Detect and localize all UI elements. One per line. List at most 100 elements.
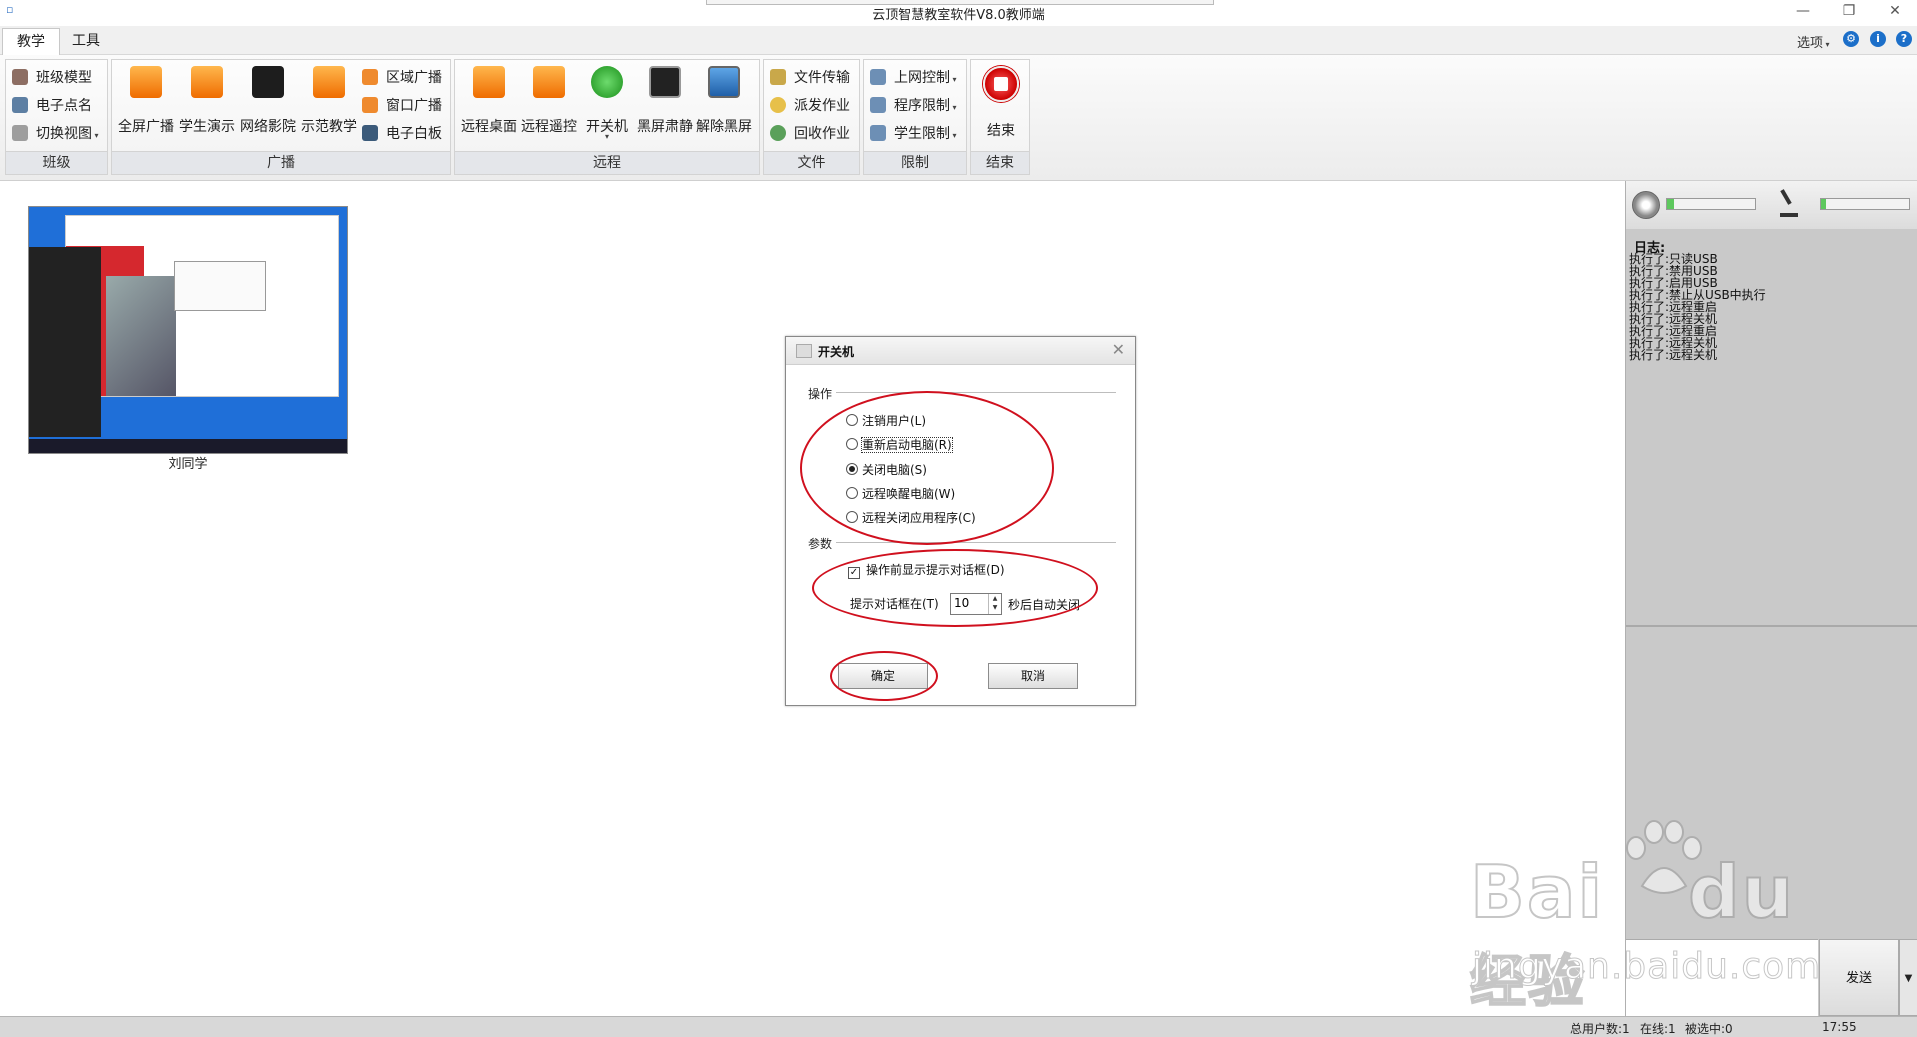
black-screen-lock-icon: [649, 66, 681, 98]
program-limit-icon: [870, 97, 886, 113]
wake-radio[interactable]: 远程唤醒电脑(W): [846, 485, 955, 502]
dispatch-homework-label: 派发作业: [794, 98, 850, 114]
file-group-label: 文件: [764, 151, 859, 174]
operation-legend: 操作: [808, 387, 833, 401]
student-thumbnail[interactable]: [28, 206, 348, 454]
black-screen-button[interactable]: 黑屏肃静: [635, 66, 695, 136]
student-limit-button[interactable]: 学生限制 ▾: [870, 122, 957, 146]
whiteboard-button[interactable]: 电子白板: [362, 122, 442, 146]
settings-gear-icon[interactable]: ⚙: [1843, 31, 1859, 47]
log-panel: 日志: 执行了:只读USB 执行了:禁用USB 执行了:启用USB 执行了:禁止从US…: [1626, 229, 1917, 626]
chevron-down-icon: ▾: [92, 131, 99, 140]
power-dialog: 开关机 ✕ 操作 注销用户(L) 重新启动电脑(R) 关闭电脑(S) 远程唤醒电…: [785, 336, 1136, 706]
right-panel: 日志: 执行了:只读USB 执行了:禁用USB 执行了:启用USB 执行了:禁止从US…: [1625, 181, 1917, 1017]
remote-group-label: 远程: [455, 151, 759, 174]
dialog-header: 开关机 ✕: [786, 337, 1135, 365]
restart-label: 重新启动电脑(R): [861, 437, 953, 453]
end-group: 结束 结束: [970, 59, 1030, 175]
release-black-screen-button[interactable]: 解除黑屏: [694, 66, 754, 136]
close-app-radio[interactable]: 远程关闭应用程序(C): [846, 509, 976, 526]
speaker-icon[interactable]: [1632, 191, 1660, 219]
info-icon[interactable]: i: [1870, 31, 1886, 47]
close-app-label: 远程关闭应用程序(C): [862, 511, 976, 525]
remote-control-button[interactable]: 远程遥控: [519, 66, 579, 136]
switch-view-button[interactable]: 切换视图 ▾: [12, 122, 99, 146]
minimize-button[interactable]: —: [1790, 2, 1816, 20]
options-menu[interactable]: 选项 ▾: [1797, 32, 1830, 51]
dispatch-homework-button[interactable]: 派发作业: [770, 94, 850, 118]
end-group-label: 结束: [971, 151, 1029, 174]
microphone-icon[interactable]: [1778, 189, 1798, 219]
param-divider: [836, 542, 1116, 543]
collect-homework-label: 回收作业: [794, 126, 850, 142]
options-label: 选项: [1797, 36, 1824, 51]
demo-teaching-label: 示范教学: [301, 119, 357, 135]
demo-teaching-button[interactable]: 示范教学: [299, 66, 359, 136]
restore-button[interactable]: ❐: [1836, 2, 1862, 20]
send-button[interactable]: 发送: [1819, 939, 1899, 1016]
thumbnail-photo: [106, 276, 176, 396]
shutdown-radio[interactable]: 关闭电脑(S): [846, 461, 927, 478]
logoff-radio[interactable]: 注销用户(L): [846, 412, 926, 429]
program-limit-label: 程序限制: [894, 98, 950, 114]
help-icon[interactable]: ?: [1896, 31, 1912, 47]
program-limit-button[interactable]: 程序限制 ▾: [870, 94, 957, 118]
class-group: 班级模型 电子点名 切换视图 ▾ 班级: [5, 59, 108, 175]
tab-teaching[interactable]: 教学: [2, 28, 60, 55]
send-options-dropdown[interactable]: ▼: [1899, 939, 1917, 1016]
prompt-suffix-label: 秒后自动关闭: [1008, 598, 1081, 612]
radio-indicator: [846, 438, 858, 450]
stop-icon: [983, 66, 1019, 102]
power-onoff-button[interactable]: 开关机 ▾: [577, 66, 637, 141]
thumbnail-dialog: [174, 261, 266, 311]
shutdown-label: 关闭电脑(S): [862, 463, 927, 477]
prompt-seconds-stepper[interactable]: ▲▼: [950, 593, 1002, 615]
radio-indicator: [846, 511, 858, 523]
close-button[interactable]: ✕: [1882, 2, 1908, 20]
wake-label: 远程唤醒电脑(W): [862, 487, 956, 501]
window-broadcast-icon: [362, 97, 378, 113]
class-model-icon: [12, 69, 28, 85]
close-icon[interactable]: ✕: [1112, 340, 1125, 359]
remote-desktop-button[interactable]: 远程桌面: [459, 66, 519, 136]
stepper-arrows-icon[interactable]: ▲ ▼: [988, 594, 1001, 614]
window-broadcast-button[interactable]: 窗口广播: [362, 94, 442, 118]
dialog-title: 开关机: [818, 345, 855, 359]
remote-group: 远程桌面 远程遥控 开关机 ▾ 黑屏肃静 解除黑屏 远程: [454, 59, 760, 175]
show-prompt-checkbox[interactable]: ✓ 操作前显示提示对话框(D): [848, 561, 1005, 579]
ok-button[interactable]: 确定: [838, 663, 928, 689]
window-title: 云顶智慧教室软件V8.0教师端: [872, 8, 1045, 23]
chat-input[interactable]: [1626, 939, 1818, 1017]
student-demo-button[interactable]: 学生演示: [177, 66, 237, 136]
prompt-seconds-input[interactable]: [951, 594, 988, 612]
mic-volume-bar[interactable]: [1820, 198, 1910, 210]
cancel-button[interactable]: 取消: [988, 663, 1078, 689]
file-group: 文件传输 派发作业 回收作业 文件: [763, 59, 860, 175]
switch-view-icon: [12, 125, 28, 141]
chevron-down-icon: ▾: [950, 103, 957, 112]
end-button[interactable]: 结束: [971, 66, 1031, 140]
file-transfer-icon: [770, 69, 786, 85]
class-model-label: 班级模型: [36, 70, 92, 86]
fullscreen-broadcast-button[interactable]: 全屏广播: [116, 66, 176, 136]
limit-group-label: 限制: [864, 151, 966, 174]
thumbnail-taskbar: [29, 439, 347, 453]
file-transfer-button[interactable]: 文件传输: [770, 66, 850, 90]
class-model-button[interactable]: 班级模型: [12, 66, 92, 90]
chat-history[interactable]: [1626, 626, 1917, 939]
internet-control-button[interactable]: 上网控制 ▾: [870, 66, 957, 90]
collect-homework-button[interactable]: 回收作业: [770, 122, 850, 146]
tab-tools[interactable]: 工具: [58, 28, 114, 54]
checkmark-icon: ✓: [848, 567, 860, 579]
roll-call-button[interactable]: 电子点名: [12, 94, 92, 118]
radio-indicator: [846, 414, 858, 426]
speaker-volume-bar[interactable]: [1666, 198, 1756, 210]
area-broadcast-button[interactable]: 区域广播: [362, 66, 442, 90]
show-prompt-label: 操作前显示提示对话框(D): [866, 563, 1005, 577]
network-cinema-button[interactable]: 网络影院: [238, 66, 298, 136]
log-lines: 执行了:只读USB 执行了:禁用USB 执行了:启用USB 执行了:禁止从USB中执行…: [1629, 253, 1766, 361]
microphone-base: [1780, 213, 1798, 217]
restart-radio[interactable]: 重新启动电脑(R): [846, 436, 953, 453]
release-black-screen-label: 解除黑屏: [696, 119, 752, 135]
network-cinema-icon: [252, 66, 284, 98]
